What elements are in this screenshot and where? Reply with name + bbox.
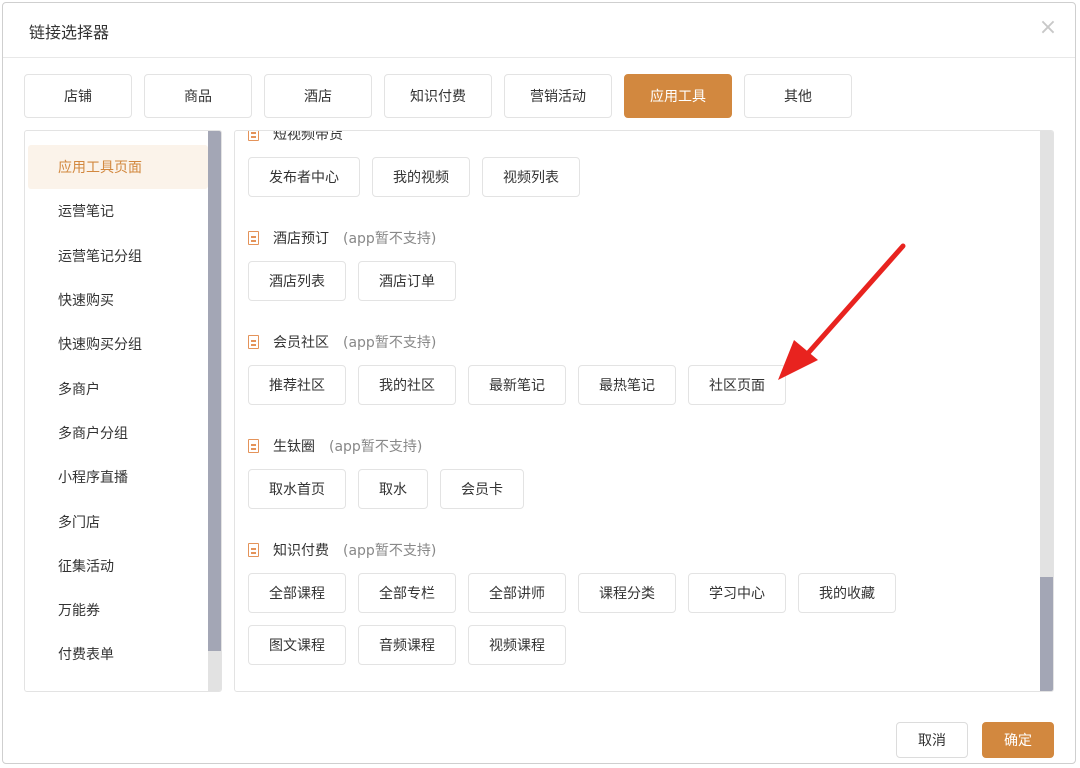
link-option-button[interactable]: 课程分类 [578, 573, 676, 613]
link-button-row: 全部课程 全部专栏 全部讲师 课程分类 学习中心 我的收藏 [248, 573, 1038, 625]
section-title: 会员社区 [273, 335, 329, 351]
cancel-button[interactable]: 取消 [896, 722, 968, 758]
section-header: 酒店预订 (app暂不支持) [248, 225, 1038, 251]
section-header: 生钛圈 (app暂不支持) [248, 433, 1038, 459]
link-option-button[interactable]: 我的收藏 [798, 573, 896, 613]
link-option-button[interactable]: 会员卡 [440, 469, 524, 509]
link-option-button[interactable]: 视频列表 [482, 157, 580, 197]
content-scrollbar[interactable] [1040, 131, 1053, 691]
sidebar-scrollbar-thumb[interactable] [208, 131, 221, 651]
link-button-row: 取水首页 取水 会员卡 [248, 469, 1038, 521]
link-option-button[interactable]: 取水 [358, 469, 428, 509]
link-option-button[interactable]: 最新笔记 [468, 365, 566, 405]
link-option-button[interactable]: 推荐社区 [248, 365, 346, 405]
link-button-row: 发布者中心 我的视频 视频列表 [248, 157, 1038, 209]
section-title: 短视频带货 [273, 130, 343, 143]
sidebar-item-mini-live[interactable]: 小程序直播 [28, 455, 208, 499]
tab-knowledge-paid[interactable]: 知识付费 [384, 74, 492, 118]
header-divider [3, 57, 1075, 58]
sidebar-item-notes-group[interactable]: 运营笔记分组 [28, 234, 208, 278]
sidebar-item-notes[interactable]: 运营笔记 [28, 189, 208, 233]
link-button-row: 酒店列表 酒店订单 [248, 261, 1038, 313]
sidebar-scrollbar[interactable] [208, 131, 221, 691]
section-header: 短视频带货 [248, 130, 1038, 147]
category-tabs: 店铺 商品 酒店 知识付费 营销活动 应用工具 其他 [24, 74, 864, 118]
section-title: 酒店预订 [273, 231, 329, 247]
sidebar-list: 应用工具页面 运营笔记 运营笔记分组 快速购买 快速购买分组 多商户 多商户分组… [28, 131, 208, 677]
sidebar-item-collect-activity[interactable]: 征集活动 [28, 544, 208, 588]
close-icon[interactable]: × [1037, 17, 1059, 39]
sidebar-item-paid-form[interactable]: 付费表单 [28, 632, 208, 676]
sidebar-item-multi-merchant-group[interactable]: 多商户分组 [28, 411, 208, 455]
section-title: 知识付费 [273, 543, 329, 559]
link-option-button[interactable]: 全部讲师 [468, 573, 566, 613]
link-option-button[interactable]: 音频课程 [358, 625, 456, 665]
tab-app-tools[interactable]: 应用工具 [624, 74, 732, 118]
confirm-button[interactable]: 确定 [982, 722, 1054, 758]
section-title: 生钛圈 [273, 439, 315, 455]
sidebar-item-multi-merchant[interactable]: 多商户 [28, 366, 208, 410]
document-icon [248, 543, 259, 557]
link-option-button[interactable]: 发布者中心 [248, 157, 360, 197]
link-option-button[interactable]: 我的社区 [358, 365, 456, 405]
link-button-row: 推荐社区 我的社区 最新笔记 最热笔记 社区页面 [248, 365, 1038, 417]
link-option-button[interactable]: 学习中心 [688, 573, 786, 613]
document-icon [248, 335, 259, 349]
sidebar: 应用工具页面 运营笔记 运营笔记分组 快速购买 快速购买分组 多商户 多商户分组… [24, 130, 222, 692]
link-option-button[interactable]: 酒店列表 [248, 261, 346, 301]
dialog-title: 链接选择器 [29, 23, 110, 42]
link-option-button[interactable]: 社区页面 [688, 365, 786, 405]
link-button-row: 图文课程 音频课程 视频课程 [248, 625, 1038, 677]
tab-hotel[interactable]: 酒店 [264, 74, 372, 118]
document-icon [248, 131, 259, 141]
link-option-button[interactable]: 视频课程 [468, 625, 566, 665]
tab-other[interactable]: 其他 [744, 74, 852, 118]
document-icon [248, 231, 259, 245]
link-option-button[interactable]: 取水首页 [248, 469, 346, 509]
section-header: 会员社区 (app暂不支持) [248, 329, 1038, 355]
link-option-button[interactable]: 我的视频 [372, 157, 470, 197]
link-option-button[interactable]: 图文课程 [248, 625, 346, 665]
section-note: (app暂不支持) [343, 231, 437, 247]
content-panel: 短视频带货发布者中心 我的视频 视频列表酒店预订 (app暂不支持) 酒店列表 酒店订单会… [234, 130, 1054, 692]
link-option-button[interactable]: 酒店订单 [358, 261, 456, 301]
section-note: (app暂不支持) [329, 439, 423, 455]
link-option-button[interactable]: 全部专栏 [358, 573, 456, 613]
section-note: (app暂不支持) [343, 543, 437, 559]
section-note: (app暂不支持) [343, 335, 437, 351]
sections-list: 短视频带货发布者中心 我的视频 视频列表酒店预订 (app暂不支持) 酒店列表 酒店订单会… [248, 130, 1038, 691]
sidebar-item-quick-buy-group[interactable]: 快速购买分组 [28, 322, 208, 366]
document-icon [248, 439, 259, 453]
tab-marketing[interactable]: 营销活动 [504, 74, 612, 118]
section-header: 知识付费 (app暂不支持) [248, 537, 1038, 563]
link-option-button[interactable]: 最热笔记 [578, 365, 676, 405]
sidebar-item-quick-buy[interactable]: 快速购买 [28, 278, 208, 322]
tab-store[interactable]: 店铺 [24, 74, 132, 118]
sidebar-item-app-tool-pages[interactable]: 应用工具页面 [28, 145, 208, 190]
sidebar-item-multi-store[interactable]: 多门店 [28, 499, 208, 543]
sidebar-item-universal-coupon[interactable]: 万能券 [28, 588, 208, 632]
link-option-button[interactable]: 全部课程 [248, 573, 346, 613]
tab-goods[interactable]: 商品 [144, 74, 252, 118]
content-scrollbar-thumb[interactable] [1040, 577, 1053, 691]
